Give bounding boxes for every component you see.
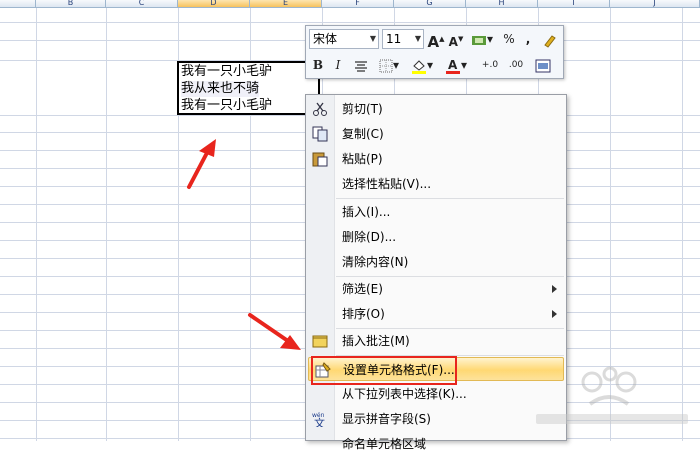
menu-item-label: 从下拉列表中选择(K)... [342, 387, 467, 401]
font-color-icon[interactable]: A ▾ [442, 55, 470, 75]
grow-font-icon[interactable]: A▲ [427, 29, 445, 51]
menu-item-label: 排序(O) [342, 307, 385, 321]
menu-item-label: 选择性粘贴(V)... [342, 177, 432, 191]
menu-item-label: 剪切(T) [342, 102, 383, 116]
menu-item-copy[interactable]: 复制(C) [306, 122, 566, 146]
font-name-dropdown[interactable]: 宋体 ▼ [309, 29, 379, 49]
menu-item-show-phonetic[interactable]: wén 文 显示拼音字段(S) [306, 407, 566, 431]
font-size-dropdown[interactable]: 11 ▼ [382, 29, 424, 49]
fill-color-icon[interactable]: ▾ [408, 55, 436, 75]
menu-item-label: 复制(C) [342, 127, 384, 141]
column-header-c[interactable]: C [106, 0, 178, 7]
menu-item-insert[interactable]: 插入(I)... [306, 200, 566, 224]
menu-item-define-name[interactable]: 命名单元格区域 [306, 432, 566, 456]
menu-item-delete[interactable]: 删除(D)... [306, 225, 566, 249]
column-header-bar: B C D E F G H I J [0, 0, 700, 8]
menu-item-label: 筛选(E) [342, 282, 383, 296]
menu-item-label: 粘贴(P) [342, 152, 383, 166]
menu-item-label: 清除内容(N) [342, 255, 409, 269]
chevron-down-icon: ▼ [414, 34, 421, 43]
annotation-arrow-right-icon [248, 313, 301, 350]
column-header-i[interactable]: I [538, 0, 610, 7]
merge-center-icon[interactable] [531, 55, 555, 75]
annotation-highlight-box [311, 356, 457, 385]
cell-text-line-3: 我有一只小毛驴 [181, 98, 273, 113]
menu-item-label: 插入(I)... [342, 205, 391, 219]
comma-button[interactable]: , [520, 29, 536, 49]
menu-item-label: 显示拼音字段(S) [342, 412, 431, 426]
font-size-value: 11 [386, 32, 402, 46]
column-header-b[interactable]: B [36, 0, 106, 7]
menu-item-label: 插入批注(M) [342, 334, 410, 348]
menu-item-sort[interactable]: 排序(O) [306, 302, 566, 326]
accounting-format-icon[interactable]: ▾ [467, 29, 497, 49]
column-header-h[interactable]: H [466, 0, 538, 7]
menu-item-paste-special[interactable]: 选择性粘贴(V)... [306, 172, 566, 196]
column-header-g[interactable]: G [394, 0, 466, 7]
menu-item-cut[interactable]: 剪切(T) [306, 97, 566, 121]
mini-toolbar: 宋体 ▼ 11 ▼ A▲ A▼ ▾ % , B I ▾ ▾ A ▾ +.0 .00 [305, 25, 564, 79]
cell-text-line-1: 我有一只小毛驴 [181, 64, 273, 79]
scissors-icon [313, 102, 327, 116]
paste-icon [312, 152, 328, 167]
chevron-down-icon: ▼ [369, 34, 376, 43]
cell-text-line-2: 我从来也不骑 [181, 81, 260, 97]
copy-icon [312, 126, 328, 142]
menu-separator [336, 198, 564, 199]
context-menu: 剪切(T) 复制(C) 粘贴(P) 选择性粘贴(V)... 插入(I)... 删… [305, 94, 567, 451]
menu-item-label: 命名单元格区域 [342, 437, 427, 451]
increase-decimal-icon[interactable]: +.0 [478, 55, 502, 75]
menu-item-clear-contents[interactable]: 清除内容(N) [306, 250, 566, 274]
decrease-decimal-icon[interactable]: .00 [504, 55, 528, 75]
selected-cell[interactable]: 我有一只小毛驴 我从来也不骑 我有一只小毛驴 [177, 61, 320, 115]
shrink-font-icon[interactable]: A▼ [447, 29, 465, 49]
submenu-arrow-icon [552, 310, 557, 318]
phonetic-icon: wén文 [312, 412, 325, 427]
menu-item-label: 删除(D)... [342, 230, 397, 244]
column-header-j[interactable]: J [610, 0, 700, 7]
menu-item-filter[interactable]: 筛选(E) [306, 277, 566, 301]
column-header-f[interactable]: F [322, 0, 394, 7]
percent-button[interactable]: % [500, 29, 518, 49]
svg-text:A: A [448, 58, 458, 72]
annotation-arrow-up-icon [187, 139, 216, 189]
borders-icon[interactable]: ▾ [376, 55, 402, 75]
comment-icon [312, 335, 328, 348]
menu-item-insert-comment[interactable]: 插入批注(M) [306, 329, 566, 353]
watermark-logo-icon [536, 366, 688, 424]
menu-item-pick-from-list[interactable]: 从下拉列表中选择(K)... [306, 382, 566, 406]
italic-button[interactable]: I [330, 55, 346, 75]
bold-button[interactable]: B [310, 55, 326, 75]
svg-text:文: 文 [314, 416, 325, 427]
column-header-e[interactable]: E [250, 0, 322, 7]
column-header-blank [0, 0, 36, 7]
align-center-icon[interactable] [352, 55, 370, 75]
font-name-value: 宋体 [313, 32, 338, 46]
submenu-arrow-icon [552, 285, 557, 293]
format-painter-icon[interactable] [540, 29, 560, 49]
column-header-d[interactable]: D [178, 0, 250, 7]
menu-item-paste[interactable]: 粘贴(P) [306, 147, 566, 171]
